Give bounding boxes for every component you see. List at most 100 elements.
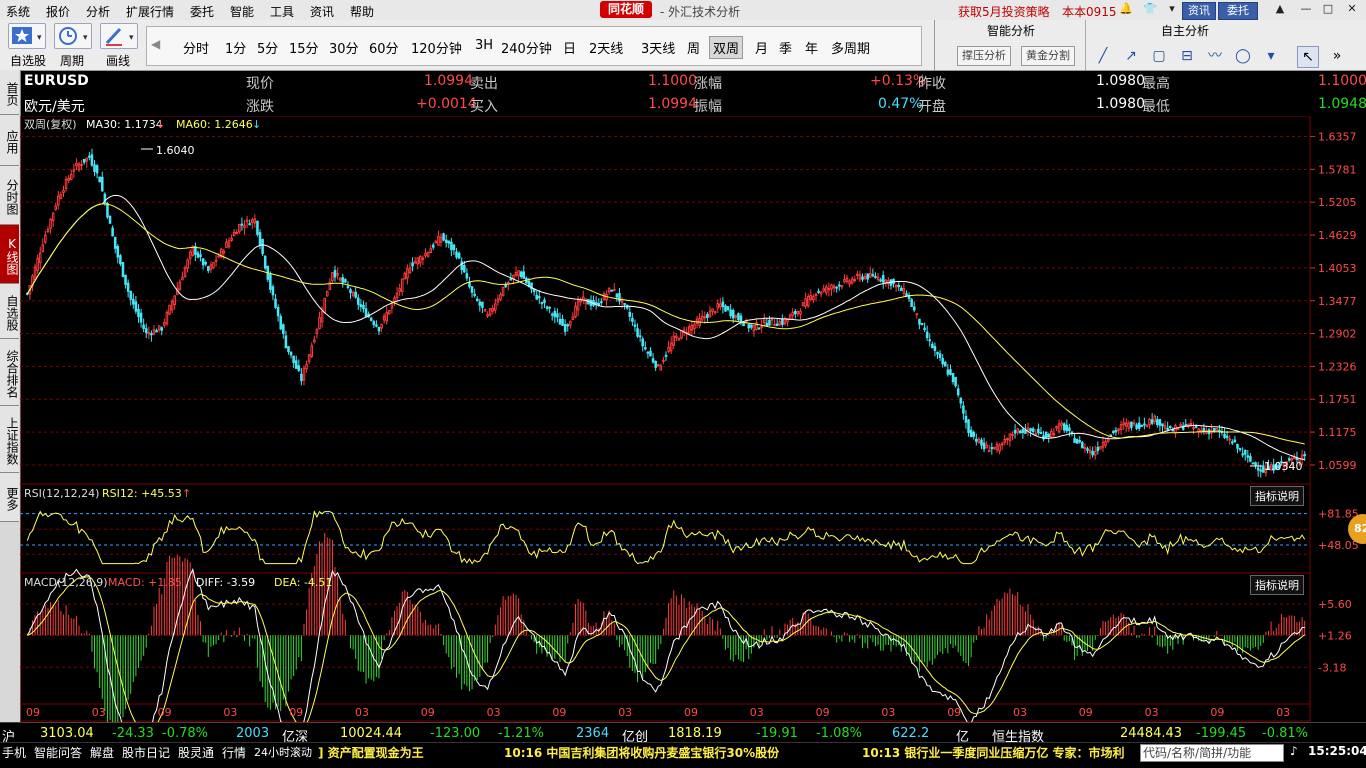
watchlist-tool[interactable]: ▾ <box>8 23 46 49</box>
period-multi[interactable]: 多周期 <box>831 38 870 57</box>
tab-sh-index[interactable]: 上证指数 <box>0 406 19 473</box>
status-tab-diary[interactable]: 股市日记 <box>122 744 170 761</box>
menu-analysis[interactable]: 分析 <box>86 3 110 20</box>
tab-apps[interactable]: 应用 <box>0 115 19 166</box>
candle-body <box>85 157 89 162</box>
menu-smart[interactable]: 智能 <box>230 3 254 20</box>
period-30m[interactable]: 30分 <box>329 38 359 57</box>
menu-help[interactable]: 帮助 <box>350 3 374 20</box>
period-3day[interactable]: 3天线 <box>641 38 675 57</box>
pressure-analysis-button[interactable]: 撑压分析 <box>957 46 1011 66</box>
speaker-icon[interactable]: ♪ <box>1290 744 1298 758</box>
period-3h[interactable]: 3H <box>475 38 493 53</box>
period-60m[interactable]: 60分 <box>369 38 399 57</box>
channel-tool-icon[interactable]: ⊟ <box>1177 46 1197 66</box>
shirt-icon[interactable]: 👕 <box>1142 2 1158 16</box>
line-tool-icon[interactable]: ╱ <box>1093 46 1113 66</box>
candle-body <box>535 294 538 300</box>
cursor-icon[interactable]: ↖ <box>1297 46 1319 68</box>
tab-home[interactable]: 首页 <box>0 70 19 115</box>
period-bar: ◀ 分时 1分 5分 15分 30分 60分 120分钟 3H 240分钟 日 … <box>146 26 1047 66</box>
period-240m[interactable]: 240分钟 <box>501 38 552 57</box>
candle-body <box>788 314 792 320</box>
rsi-explain-button[interactable]: 指标说明 <box>1250 486 1304 506</box>
candle-body <box>475 298 479 302</box>
more-tools-icon[interactable]: ▾ <box>1261 46 1281 66</box>
period-1m[interactable]: 1分 <box>225 38 246 57</box>
news-button[interactable]: 资讯 <box>1182 2 1216 20</box>
candles <box>26 148 1306 478</box>
candle-body <box>664 354 668 357</box>
menu-extended[interactable]: 扩展行情 <box>126 3 174 20</box>
status-tab-rolling[interactable]: 24小时滚动 <box>254 744 312 760</box>
candle-body <box>879 279 882 282</box>
tab-kline[interactable]: K线图 <box>0 225 19 284</box>
period-week[interactable]: 周 <box>687 38 700 57</box>
period-quarter[interactable]: 季 <box>779 38 792 57</box>
status-tab-qa[interactable]: 智能问答 <box>34 744 82 761</box>
macd-explain-button[interactable]: 指标说明 <box>1250 575 1304 595</box>
period-15m[interactable]: 15分 <box>289 38 319 57</box>
expand-icon[interactable]: » <box>1327 46 1347 66</box>
chevron-down-icon[interactable]: ▾ <box>1164 2 1180 16</box>
candle-body <box>556 313 559 318</box>
trade-button[interactable]: 委托 <box>1218 2 1258 20</box>
tab-more[interactable]: 更多 <box>0 473 19 522</box>
status-tab-review[interactable]: 解盘 <box>90 744 114 761</box>
status-tab-tips[interactable]: 股灵通 <box>178 744 214 761</box>
candle-body <box>517 270 520 277</box>
wave-tool-icon[interactable]: 〰 <box>1205 46 1225 66</box>
candle-body <box>388 310 391 315</box>
ellipse-tool-icon[interactable]: ◯ <box>1233 46 1253 66</box>
period-biweek[interactable]: 双周 <box>709 36 744 59</box>
news-item-3[interactable]: 10:13 银行业一季度同业压缩万亿 专家：市场利 <box>862 744 1136 761</box>
time-axis-label: 09 <box>158 706 172 719</box>
candle-body <box>170 300 174 311</box>
period-tool[interactable]: ▾ <box>54 23 92 49</box>
period-year[interactable]: 年 <box>805 38 818 57</box>
close-icon[interactable]: ✕ <box>1344 2 1360 16</box>
candle-body <box>1117 428 1120 431</box>
news-item-2[interactable]: 10:16 中国吉利集团将收购丹麦盛宝银行30%股份 <box>504 744 779 761</box>
ticker-item: -19.91 <box>756 726 798 741</box>
period-tick[interactable]: 分时 <box>183 38 209 57</box>
low-mark-label: 1.0340 <box>1264 460 1303 473</box>
prev-close-value: 1.0980 <box>1096 73 1145 89</box>
menu-tools[interactable]: 工具 <box>270 3 294 20</box>
maximize-icon[interactable]: □ <box>1320 2 1336 16</box>
main-indicator-label: 双周(复权) <box>24 117 77 131</box>
candle-body <box>1171 429 1175 432</box>
news-item-1[interactable]: ] 资产配置现金为王 <box>318 744 424 761</box>
candle-body <box>279 316 282 330</box>
status-tab-mobile[interactable]: 手机 <box>2 744 26 761</box>
period-120m[interactable]: 120分钟 <box>411 38 462 57</box>
ray-tool-icon[interactable]: ↗ <box>1121 46 1141 66</box>
tab-ranking[interactable]: 综合排名 <box>0 339 19 406</box>
menu-system[interactable]: 系统 <box>6 3 30 20</box>
menu-news[interactable]: 资讯 <box>310 3 334 20</box>
user-name[interactable]: 本本0915 <box>1062 3 1117 20</box>
draw-tool[interactable]: ▾ <box>100 23 138 49</box>
promo-link[interactable]: 获取5月投资策略 <box>958 3 1050 20</box>
golden-section-button[interactable]: 黄金分割 <box>1021 46 1075 66</box>
candle-body <box>1218 429 1221 432</box>
minimize-icon[interactable]: — <box>1298 2 1314 16</box>
menu-trade[interactable]: 委托 <box>190 3 214 20</box>
candle-body <box>1093 450 1097 456</box>
period-2day[interactable]: 2天线 <box>589 38 623 57</box>
status-tab-market[interactable]: 行情 <box>222 744 246 761</box>
tab-timeshare[interactable]: 分时图 <box>0 166 19 225</box>
candle-body <box>1243 449 1247 455</box>
chevron-left-icon[interactable]: ◀ <box>151 37 160 51</box>
up-arrow-icon[interactable]: ▲ <box>1272 2 1288 16</box>
tab-watchlist[interactable]: 自选股 <box>0 284 19 339</box>
bell-icon[interactable]: 🔔 <box>1118 2 1134 16</box>
search-input[interactable]: 代码/名称/简拼/功能 <box>1140 744 1284 762</box>
rect-tool-icon[interactable]: ▢ <box>1149 46 1169 66</box>
period-day[interactable]: 日 <box>563 38 576 57</box>
period-month[interactable]: 月 <box>755 38 768 57</box>
candle-body <box>638 335 642 338</box>
menu-quote[interactable]: 报价 <box>46 3 70 20</box>
kline-chart[interactable]: 1.6357 1.5781 1.5205 1.4629 1.4053 1.3477 1.29… <box>20 116 1366 722</box>
period-5m[interactable]: 5分 <box>257 38 278 57</box>
